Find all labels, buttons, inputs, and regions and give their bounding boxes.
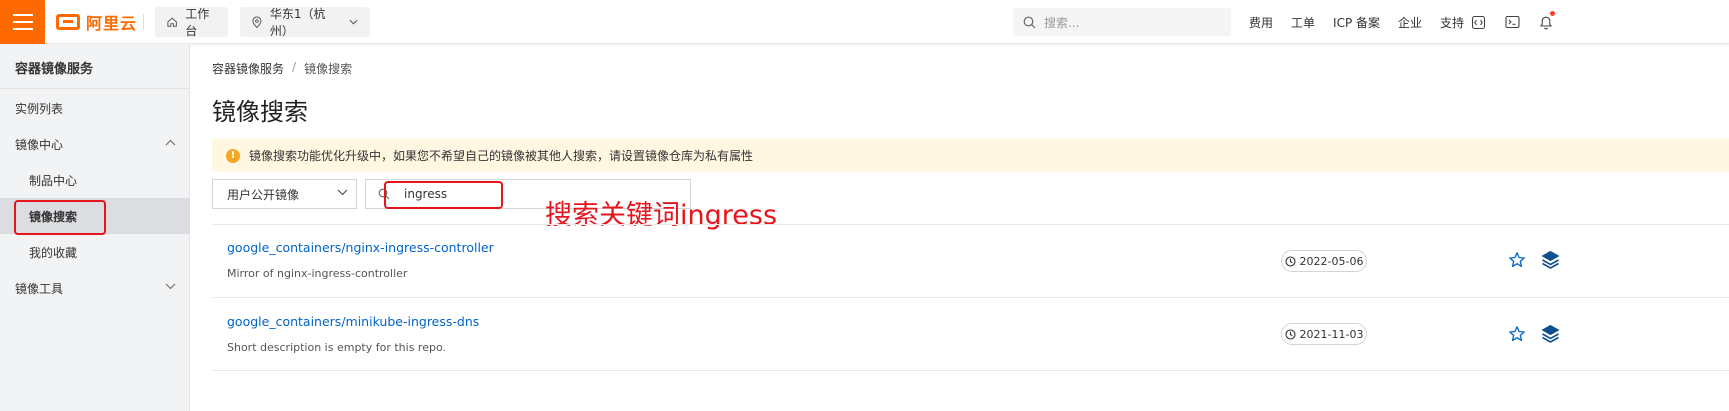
top-icon-group (1470, 0, 1555, 44)
layers-icon[interactable] (1541, 250, 1560, 270)
sidebar-item-image-tools[interactable]: 镜像工具 (0, 270, 190, 306)
top-link-support[interactable]: 支持 (1440, 14, 1464, 31)
top-link-billing[interactable]: 费用 (1249, 14, 1273, 31)
page-title: 镜像搜索 (212, 98, 308, 126)
sidebar-item-my-favorites[interactable]: 我的收藏 (0, 234, 190, 270)
clock-icon (1284, 328, 1296, 340)
breadcrumb-root[interactable]: 容器镜像服务 (212, 60, 284, 77)
logo-mark-icon (56, 14, 80, 30)
highlight-box-sidebar (14, 200, 106, 235)
clock-icon (1284, 255, 1296, 267)
bell-icon[interactable] (1538, 11, 1555, 30)
date-text: 2022-05-06 (1299, 254, 1364, 268)
sidebar-title: 容器镜像服务 (15, 62, 94, 77)
star-icon[interactable] (1508, 325, 1526, 343)
breadcrumb-current: 镜像搜索 (304, 62, 353, 76)
top-links: 费用 工单 ICP 备案 企业 支持 (1249, 0, 1464, 44)
region-label: 华东1（杭州） (269, 7, 326, 38)
star-icon[interactable] (1508, 251, 1526, 269)
sidebar-item-artifact-center[interactable]: 制品中心 (0, 162, 190, 198)
breadcrumb-separator: / (292, 60, 297, 74)
home-icon (167, 17, 177, 27)
sidebar-item-label: 制品中心 (29, 173, 78, 188)
list-divider (212, 297, 1729, 298)
chevron-down-icon (349, 19, 358, 25)
breadcrumb: 容器镜像服务 / 镜像搜索 (212, 60, 352, 77)
top-link-enterprise[interactable]: 企业 (1398, 14, 1422, 31)
chevron-up-icon (165, 139, 176, 146)
repo-link[interactable]: google_containers/nginx-ingress-controll… (227, 240, 494, 255)
workbench-button[interactable]: 工作台 (155, 7, 228, 38)
sidebar-item-label: 镜像工具 (15, 281, 64, 296)
global-search-placeholder: 搜索... (1044, 15, 1080, 30)
aliyun-logo[interactable]: 阿里云 (56, 11, 137, 33)
top-navigation-bar: 阿里云 工作台 华东1（杭州） 搜索... 费用 工单 ICP 备案 企业 支持 (0, 0, 1729, 44)
menu-icon[interactable] (0, 0, 45, 44)
top-link-ticket[interactable]: 工单 (1291, 14, 1315, 31)
image-type-select[interactable]: 用户公开镜像 (212, 179, 357, 209)
region-selector[interactable]: 华东1（杭州） (240, 7, 370, 38)
sidebar-item-label: 镜像中心 (15, 137, 64, 152)
select-value: 用户公开镜像 (227, 187, 300, 202)
sidebar-divider (0, 88, 190, 89)
search-icon (1023, 16, 1036, 28)
layers-icon[interactable] (1541, 324, 1560, 344)
code-icon[interactable] (1470, 14, 1486, 30)
notification-dot (1550, 11, 1555, 16)
list-divider (212, 370, 1729, 371)
divider (143, 14, 144, 30)
notice-banner: ! 镜像搜索功能优化升级中，如果您不希望自己的镜像被其他人搜索，请设置镜像仓库为… (212, 139, 1729, 172)
warning-icon: ! (226, 148, 240, 163)
annotation-label: 搜索关键词ingress (545, 200, 778, 231)
repo-link[interactable]: google_containers/minikube-ingress-dns (227, 314, 479, 329)
date-tag: 2021-11-03 (1281, 323, 1367, 345)
sidebar-item-instance-list[interactable]: 实例列表 (0, 90, 190, 126)
global-search-input[interactable]: 搜索... (1013, 8, 1231, 36)
workbench-label: 工作台 (185, 7, 210, 38)
date-text: 2021-11-03 (1299, 327, 1364, 341)
logo-text: 阿里云 (86, 14, 138, 33)
highlight-box-search (384, 181, 503, 209)
list-divider (212, 224, 1729, 225)
sidebar-item-image-center[interactable]: 镜像中心 (0, 126, 190, 162)
terminal-icon[interactable] (1504, 14, 1520, 30)
chevron-down-icon (165, 283, 176, 290)
repo-description: Short description is empty for this repo… (227, 341, 446, 354)
sidebar-item-label: 我的收藏 (29, 245, 78, 260)
top-link-icp[interactable]: ICP 备案 (1333, 14, 1380, 31)
notice-text: 镜像搜索功能优化升级中，如果您不希望自己的镜像被其他人搜索，请设置镜像仓库为私有… (249, 149, 754, 163)
location-pin-icon (252, 15, 262, 28)
chevron-down-icon (337, 189, 348, 196)
sidebar-item-label: 实例列表 (15, 101, 64, 116)
date-tag: 2022-05-06 (1281, 250, 1367, 272)
repo-description: Mirror of nginx-ingress-controller (227, 267, 408, 280)
